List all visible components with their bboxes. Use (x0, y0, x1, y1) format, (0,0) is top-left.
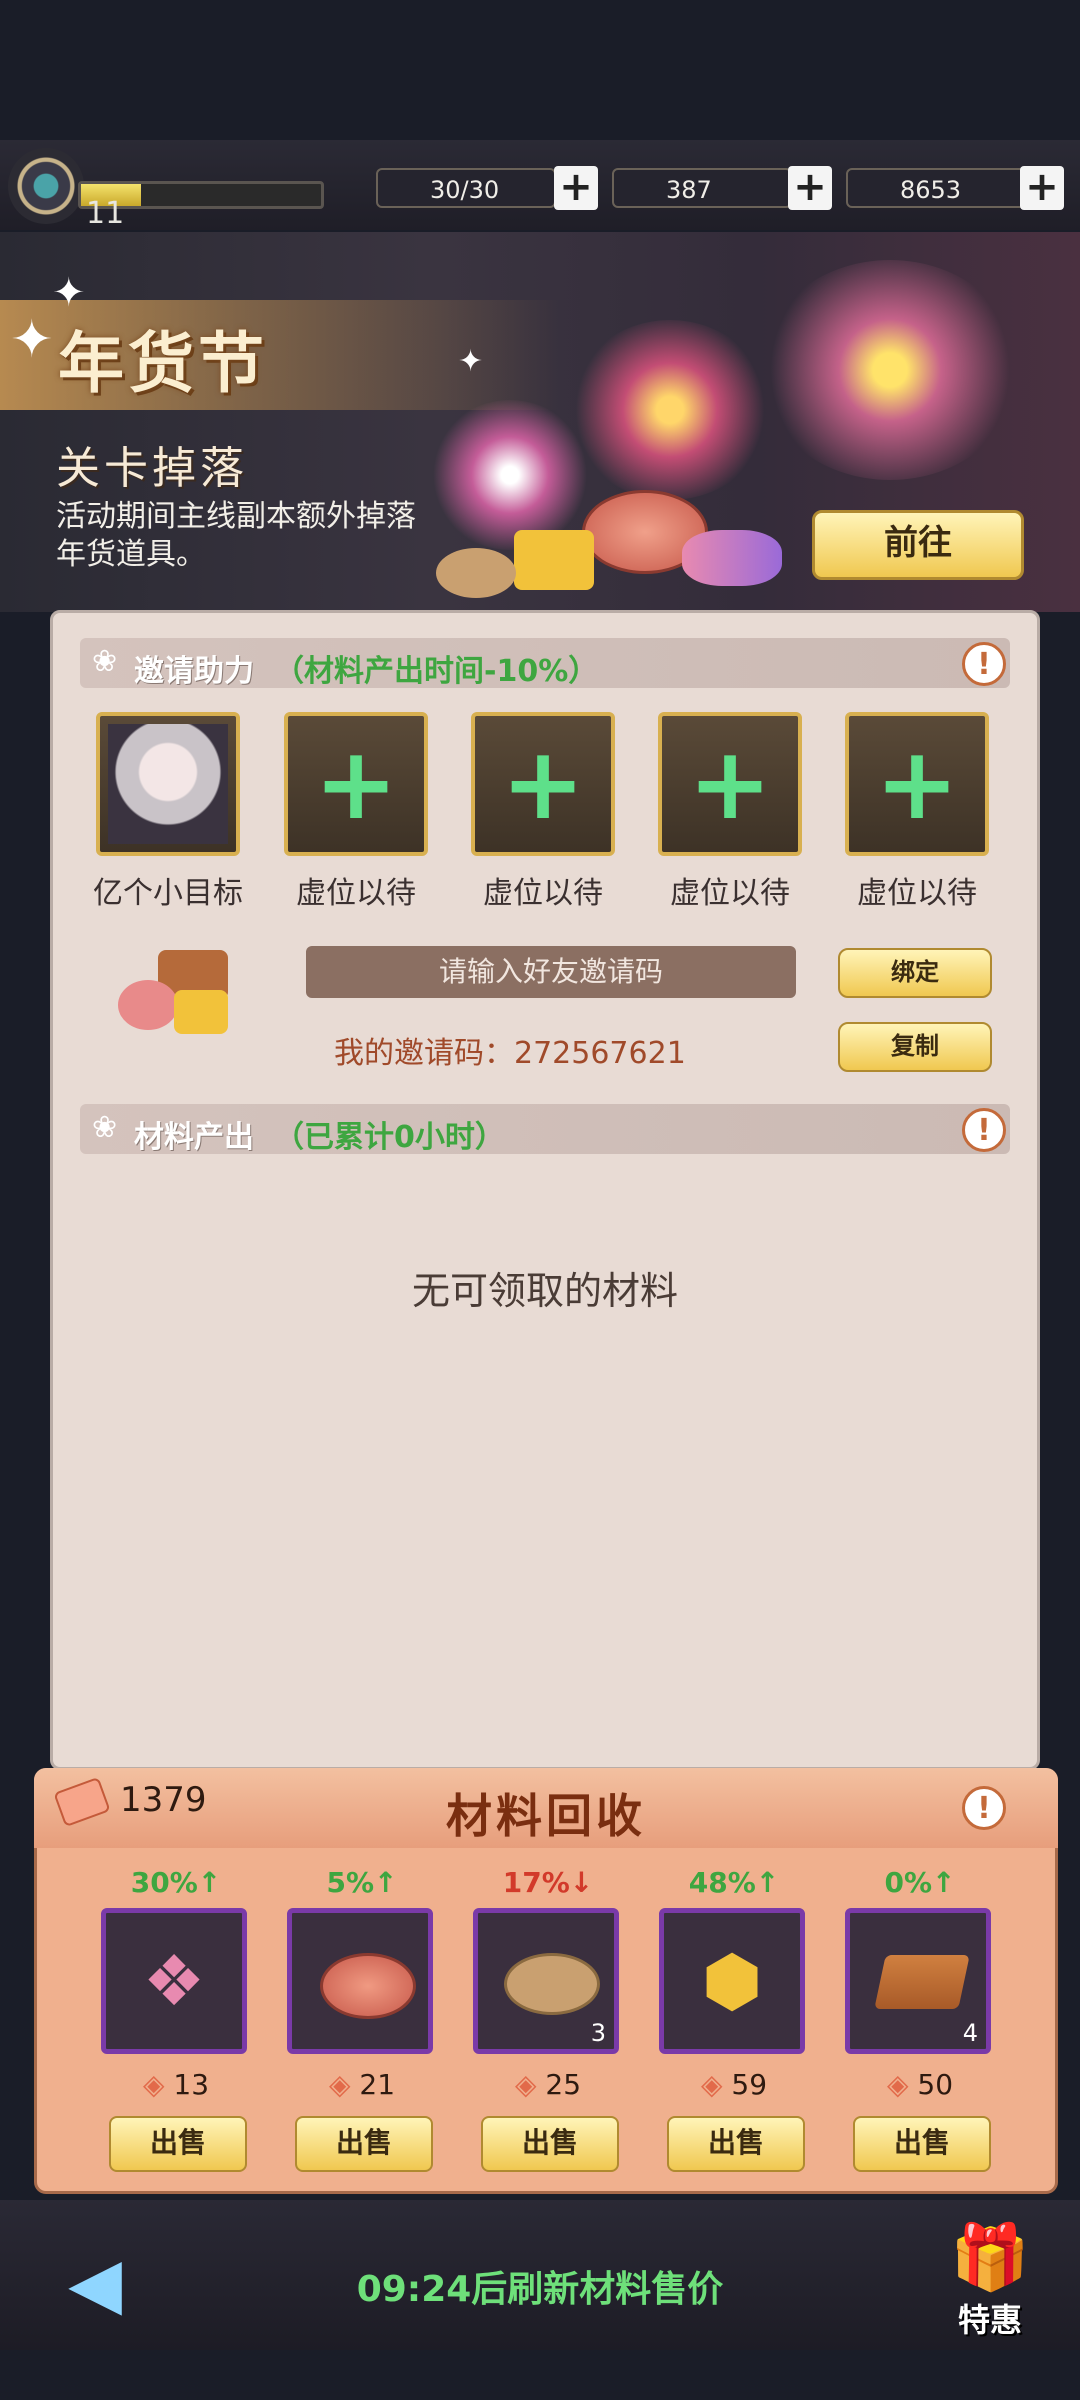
honeycomb-icon: ⬢ (701, 1940, 763, 2022)
my-invite-code: 我的邀请码：272567621 (334, 1036, 686, 1071)
output-note: （已累计0小时） (274, 1120, 505, 1155)
item-price: ◈ 13 (101, 2068, 251, 2101)
player-level: 11 (86, 196, 125, 231)
add-energy-button[interactable]: + (554, 166, 598, 210)
price-change: 17%↓ (502, 1866, 594, 1899)
recycle-title: 材料回收 (446, 1789, 646, 1843)
firework-decoration (760, 260, 1020, 480)
sparkle-icon: ✦ (458, 344, 484, 379)
recycle-item-candy[interactable]: ❖ (101, 1908, 247, 2054)
add-diamond-button[interactable]: + (788, 166, 832, 210)
sell-button[interactable]: 出售 (109, 2116, 247, 2172)
recycle-item-honeycomb[interactable]: ⬢ (659, 1908, 805, 2054)
output-title: 材料产出 (134, 1120, 254, 1155)
recycle-item-chocolate[interactable]: 4 (845, 1908, 991, 2054)
invite-slot-empty[interactable]: + (471, 712, 615, 856)
ticket-icon: ◈ (142, 2068, 174, 2101)
invite-slot-label: 虚位以待 (483, 876, 603, 911)
diamond-value: 387 (612, 168, 792, 208)
copy-button[interactable]: 复制 (838, 1022, 992, 1072)
plus-icon: + (501, 725, 585, 842)
special-offer-label: 特惠 (957, 2301, 1022, 2339)
invite-slot-label: 亿个小目标 (93, 876, 243, 911)
invite-info-icon[interactable]: ! (962, 642, 1006, 686)
price-change: 48%↑ (688, 1866, 780, 1899)
recycle-item-almond[interactable]: 3 (473, 1908, 619, 2054)
price-change: 5%↑ (326, 1866, 398, 1899)
sparkle-icon: ✦ (10, 310, 54, 370)
event-title: 年货节 (58, 325, 268, 402)
item-price: ◈ 21 (287, 2068, 437, 2101)
item-price-value: 59 (731, 2068, 768, 2101)
refresh-timer: 09:24后刷新材料售价 (356, 2269, 724, 2310)
item-price-value: 50 (917, 2068, 954, 2101)
level-emblem-icon[interactable] (8, 148, 84, 224)
add-coin-button[interactable]: + (1020, 166, 1064, 210)
invite-note: （材料产出时间-10%） (274, 654, 599, 689)
item-price: ◈ 59 (659, 2068, 809, 2101)
ticket-icon: ◈ (700, 2068, 732, 2101)
firework-decoration (570, 320, 770, 500)
invite-slot-label: 虚位以待 (670, 876, 790, 911)
item-price-value: 21 (359, 2068, 396, 2101)
sell-button[interactable]: 出售 (295, 2116, 433, 2172)
flower-icon: ❀ (92, 644, 118, 679)
special-offer-button[interactable]: 🎁 特惠 (930, 2220, 1050, 2341)
sell-button[interactable]: 出售 (481, 2116, 619, 2172)
almond-icon (436, 548, 516, 598)
ticket-icon: ◈ (328, 2068, 360, 2101)
item-price: ◈ 50 (845, 2068, 995, 2101)
goto-button[interactable]: 前往 (812, 510, 1024, 580)
firework-decoration (430, 400, 590, 550)
item-price-value: 25 (545, 2068, 582, 2101)
plus-icon: + (875, 725, 959, 842)
candy-icon: ❖ (142, 1940, 206, 2022)
invite-slot-filled[interactable] (96, 712, 240, 856)
item-price-value: 13 (173, 2068, 210, 2101)
item-quantity: 3 (590, 2019, 606, 2047)
ticket-icon: ◈ (886, 2068, 918, 2101)
macaron-icon (292, 1913, 428, 2049)
invite-slot-empty[interactable]: + (284, 712, 428, 856)
event-description: 活动期间主线副本额外掉落年货道具。 (56, 499, 416, 572)
invite-title: 邀请助力 (134, 654, 254, 689)
sell-button[interactable]: 出售 (667, 2116, 805, 2172)
candy-icon (682, 530, 782, 586)
invite-slot-label: 虚位以待 (296, 876, 416, 911)
energy-value: 30/30 (376, 168, 556, 208)
bind-button[interactable]: 绑定 (838, 948, 992, 998)
item-quantity: 4 (962, 2019, 978, 2047)
price-change: 30%↑ (130, 1866, 222, 1899)
plus-icon: + (314, 725, 398, 842)
empty-output-message: 无可领取的材料 (411, 1269, 678, 1313)
sell-button[interactable]: 出售 (853, 2116, 991, 2172)
honeycomb-icon (514, 530, 594, 590)
ticket-icon: ◈ (514, 2068, 546, 2101)
gift-icon: 🎁 (950, 2221, 1030, 2295)
invite-slot-empty[interactable]: + (845, 712, 989, 856)
price-change: 0%↑ (884, 1866, 956, 1899)
invite-code-input[interactable]: 请输入好友邀请码 (306, 946, 796, 998)
item-price: ◈ 25 (473, 2068, 623, 2101)
recycle-item-macaron[interactable] (287, 1908, 433, 2054)
invite-slot-label: 虚位以待 (857, 876, 977, 911)
event-subtitle: 关卡掉落 (56, 443, 248, 494)
plus-icon: + (688, 725, 772, 842)
invite-slot-empty[interactable]: + (658, 712, 802, 856)
flower-icon: ❀ (92, 1110, 118, 1145)
recycle-info-icon[interactable]: ! (962, 1786, 1006, 1830)
coin-value: 8653 (846, 168, 1026, 208)
friend-avatar (108, 724, 228, 844)
treat-bundle-icon (118, 950, 238, 1040)
output-info-icon[interactable]: ! (962, 1108, 1006, 1152)
